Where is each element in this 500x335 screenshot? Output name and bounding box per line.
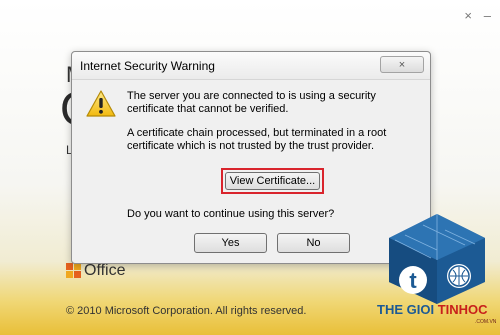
watermark-brand-part2: TINHOC [437,302,488,317]
warning-message-1: The server you are connected to is using… [127,90,376,115]
warning-message-2: A certificate chain processed, but termi… [127,127,387,152]
view-certificate-button[interactable]: View Certificate... [225,172,320,190]
watermark-sub: .COM.VN [475,319,497,325]
watermark-brand-part1: THE GIOI [377,302,435,317]
no-button[interactable]: No [277,233,350,253]
copyright-text: © 2010 Microsoft Corporation. All rights… [66,305,307,317]
office-logo-text: Office [84,262,126,279]
watermark-brand: THE GIOI TINHOC [377,302,488,317]
dialog-close-button[interactable]: × [380,56,424,73]
office-logo: Office [66,262,126,280]
splash-minimize-button[interactable]: – [484,8,491,23]
close-icon: × [398,58,406,71]
warning-triangle-icon [86,90,116,117]
dialog-titlebar[interactable]: Internet Security Warning × [72,52,430,80]
yes-button[interactable]: Yes [194,233,267,253]
svg-text:t: t [409,268,417,293]
office-logo-icon [66,263,82,279]
watermark: t THE GIOI TINHOC .COM.VN [375,210,500,335]
continue-question: Do you want to continue using this serve… [127,208,335,220]
dialog-title: Internet Security Warning [80,59,215,73]
splash-close-button[interactable]: × [464,8,472,23]
watermark-cube-icon: t [389,214,485,304]
view-certificate-highlight: View Certificate... [221,168,324,194]
